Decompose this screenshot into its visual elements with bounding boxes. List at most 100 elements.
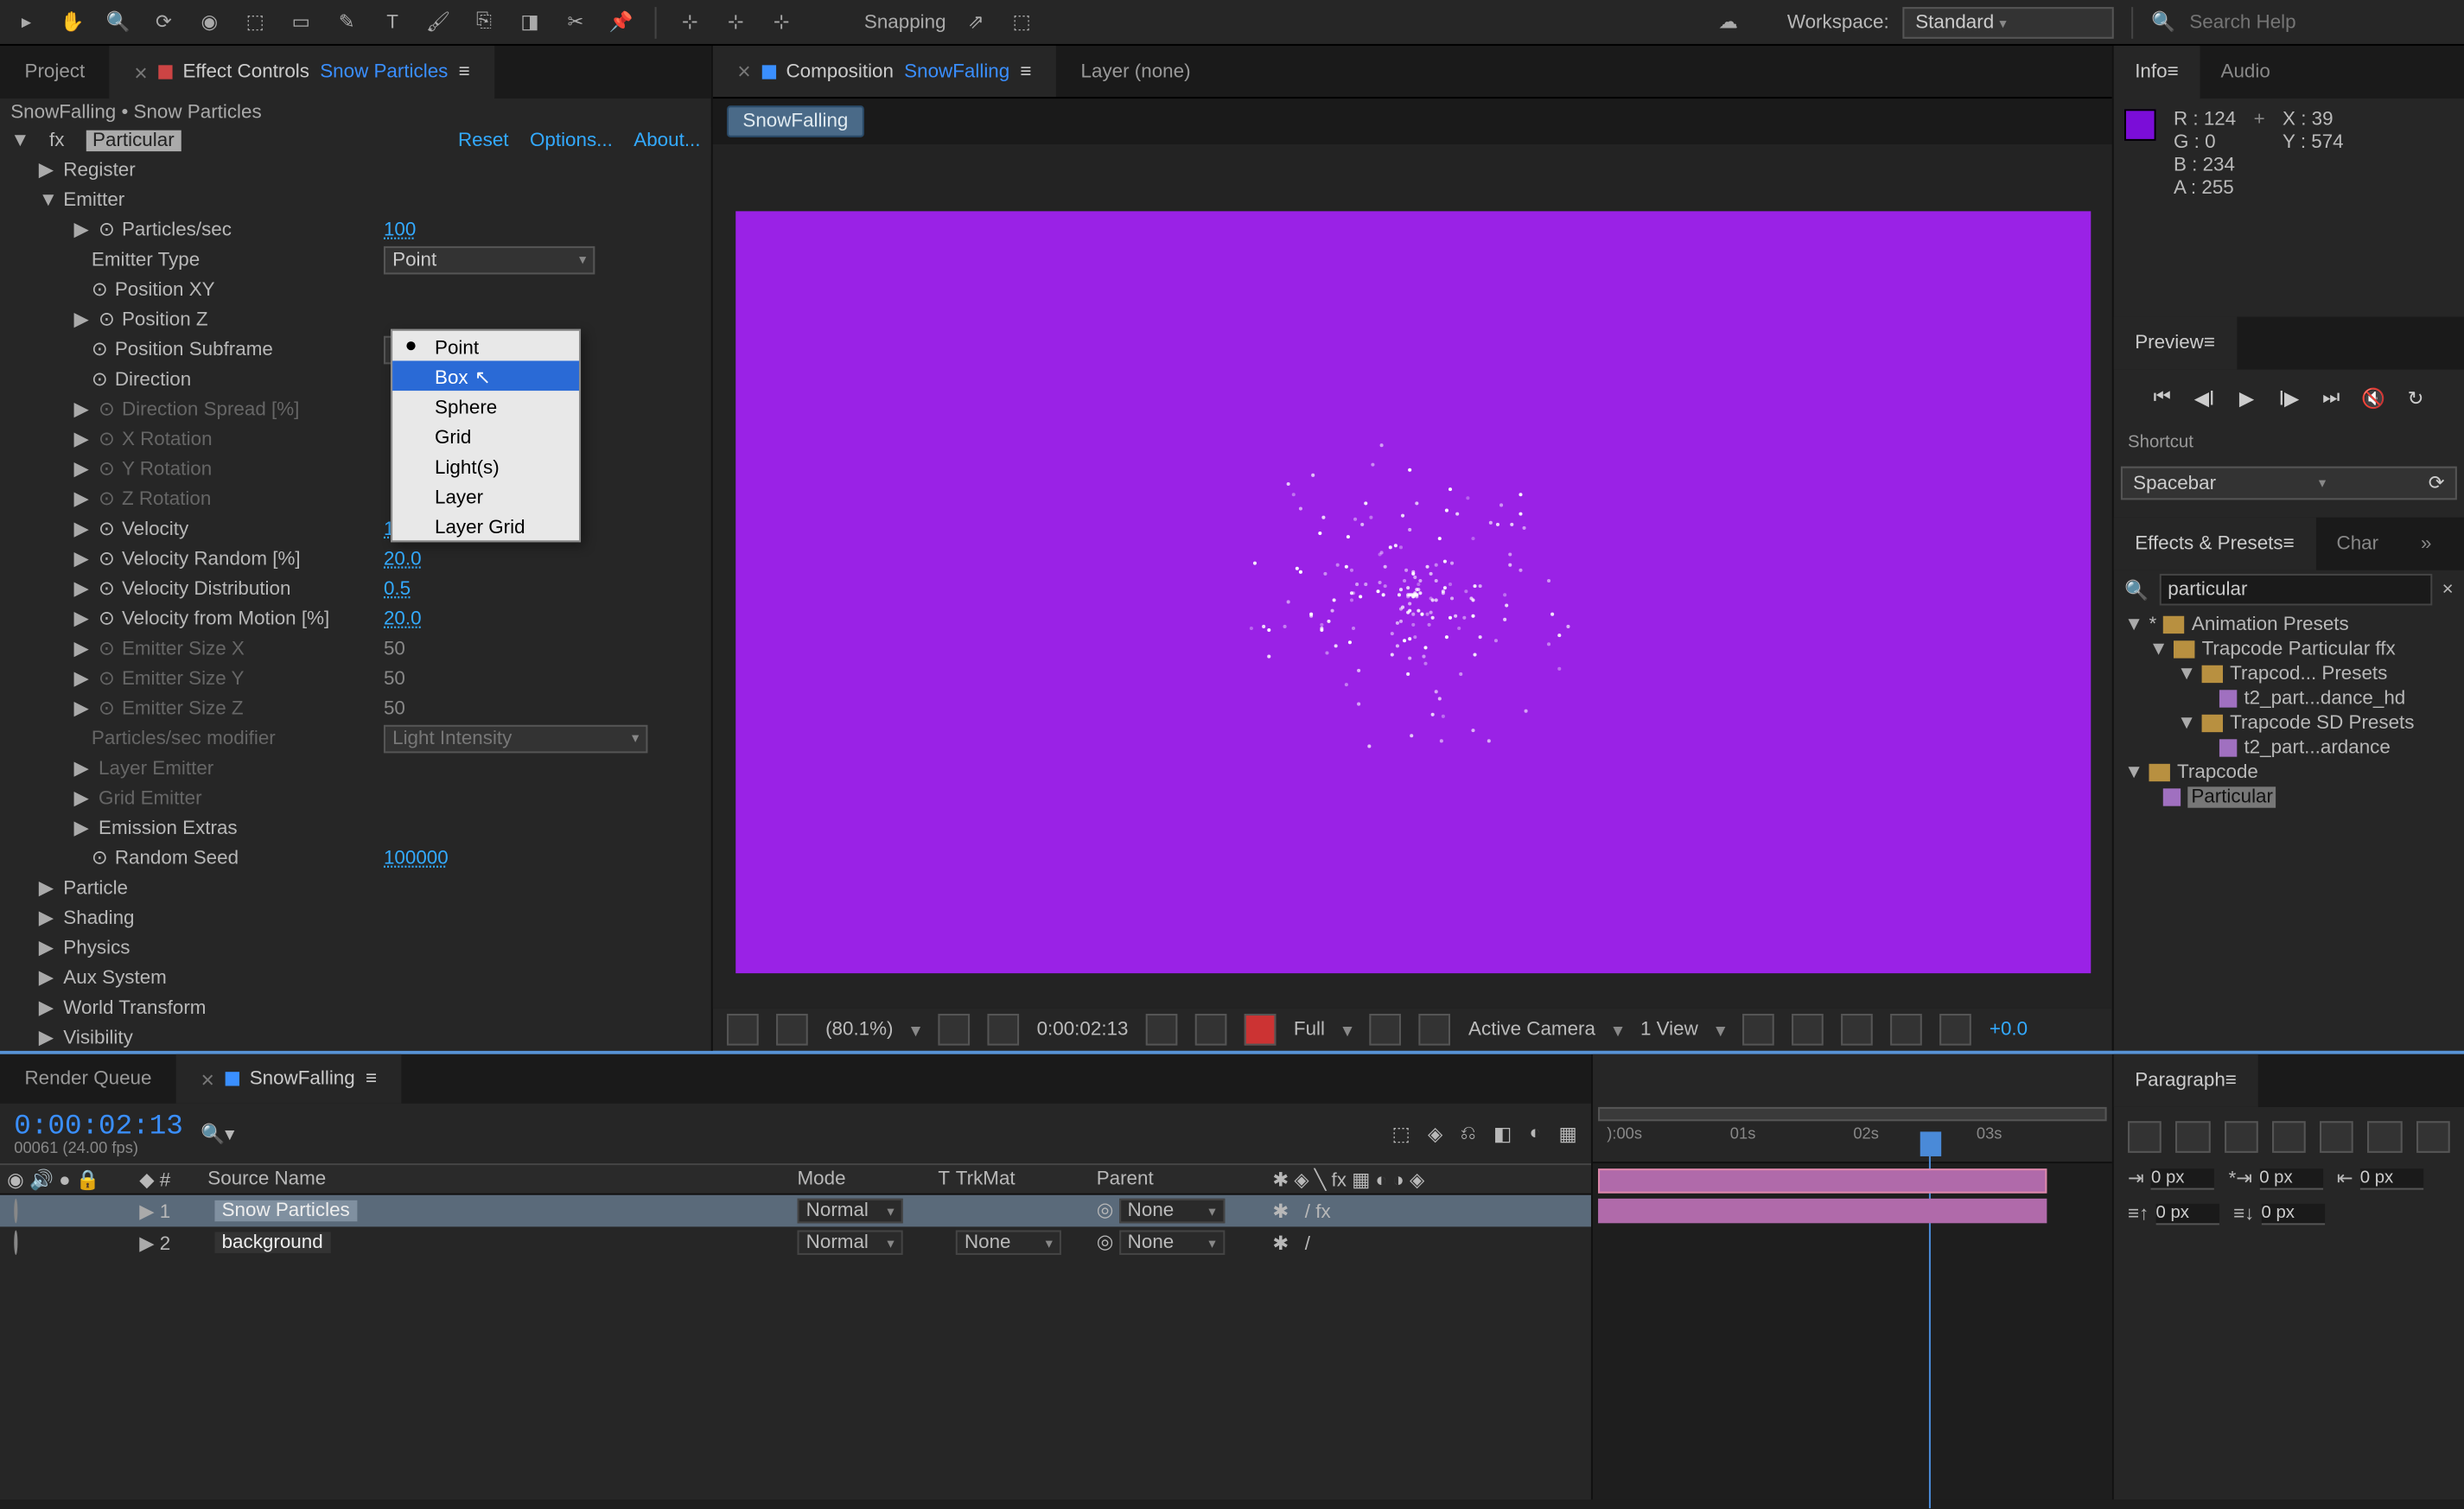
align-right-button[interactable] <box>2224 1122 2257 1154</box>
clone-tool-icon[interactable]: ⎘ <box>468 6 500 38</box>
roto-tool-icon[interactable]: ✂ <box>560 6 592 38</box>
prev-frame-icon[interactable]: ◀Ⅰ <box>2187 380 2222 416</box>
indent-left-input[interactable] <box>2151 1168 2214 1189</box>
about-button[interactable]: About... <box>634 131 700 151</box>
emitter-type-option-grid[interactable]: Grid <box>392 421 579 451</box>
indent-first-input[interactable] <box>2259 1168 2322 1189</box>
last-frame-icon[interactable]: ⏭ <box>2314 380 2349 416</box>
panel-overflow-icon[interactable]: » <box>2400 518 2453 570</box>
stopwatch-icon[interactable]: ⊙ <box>92 368 108 391</box>
layer-row-1[interactable]: ▶ 1 Snow Particles Normal▾ ◎ None▾ ✱ / f… <box>0 1196 1591 1228</box>
switches-icons[interactable]: ✱ ◈ ╲ fx ▦ ◐ ◑ ◈ <box>1272 1170 1424 1191</box>
stopwatch-icon[interactable]: ⊙ <box>99 398 115 420</box>
snapshot-icon[interactable] <box>1146 1015 1178 1047</box>
tree-item[interactable]: ▼*Animation Presets <box>2114 613 2464 638</box>
transparency-grid-icon[interactable] <box>776 1015 808 1047</box>
brush-tool-icon[interactable]: 🖌 <box>423 6 455 38</box>
comp-mini-flowchart-icon[interactable]: ⬚ <box>1391 1123 1410 1145</box>
tree-item[interactable]: ▼Trapcode SD Presets <box>2114 711 2464 736</box>
panel-menu-icon[interactable]: ≡ <box>1020 60 1031 81</box>
work-area-bar[interactable] <box>1598 1108 2107 1122</box>
stopwatch-icon[interactable]: ⊙ <box>99 457 115 480</box>
resolution-dropdown[interactable]: Full <box>1294 1020 1325 1041</box>
particles-sec-value[interactable]: 100 <box>384 220 416 240</box>
close-icon[interactable]: × <box>134 59 147 86</box>
tree-item[interactable]: ▼Trapcode Particular ffx <box>2114 637 2464 662</box>
justify-last-center-button[interactable] <box>2320 1122 2353 1154</box>
eraser-tool-icon[interactable]: ◨ <box>514 6 546 38</box>
indent-right-input[interactable] <box>2360 1168 2423 1189</box>
effects-search-input[interactable] <box>2159 574 2431 606</box>
panel-menu-icon[interactable]: ≡ <box>366 1069 377 1090</box>
close-icon[interactable]: × <box>737 58 750 85</box>
timeline-icon[interactable] <box>1842 1015 1874 1047</box>
grid-guide-icon[interactable] <box>1419 1015 1451 1047</box>
pickwhip-icon[interactable]: ◎ <box>1097 1232 1114 1253</box>
mask-icon[interactable] <box>988 1015 1020 1047</box>
tree-item-particular[interactable]: Particular <box>2114 785 2464 810</box>
snapping-toggle-icon[interactable]: ⇗ <box>960 6 992 38</box>
stopwatch-icon[interactable]: ⊙ <box>99 697 115 719</box>
speaker-icon[interactable]: 🔊 <box>29 1170 54 1191</box>
exposure-reset-icon[interactable] <box>1940 1015 1972 1047</box>
axis-world-icon[interactable]: ⊹ <box>720 6 752 38</box>
layer-switches[interactable]: ✱ / <box>1272 1233 1310 1254</box>
stopwatch-icon[interactable]: ⊙ <box>99 577 115 600</box>
shortcut-dropdown[interactable]: Spacebar▾ ⟳ <box>2121 467 2457 500</box>
stopwatch-icon[interactable]: ⊙ <box>92 847 108 869</box>
stopwatch-icon[interactable]: ⊙ <box>99 428 115 450</box>
first-frame-icon[interactable]: ⏮ <box>2144 380 2180 416</box>
stopwatch-icon[interactable]: ⊙ <box>99 637 115 659</box>
tab-render-queue[interactable]: Render Queue <box>0 1055 176 1105</box>
twirl-icon[interactable]: ▶ <box>39 158 56 181</box>
exposure-value[interactable]: +0.0 <box>1990 1020 2028 1041</box>
flowchart-icon[interactable] <box>1891 1015 1923 1047</box>
tab-character[interactable]: Char <box>2315 518 2399 570</box>
current-time[interactable]: 0:00:02:13 <box>1037 1020 1129 1041</box>
layer-row-2[interactable]: ▶ 2 background Normal▾ None▾ ◎ None▾ ✱ / <box>0 1227 1591 1259</box>
graph-editor-icon[interactable]: ▦ <box>1558 1123 1576 1145</box>
search-help-input[interactable] <box>2189 11 2453 32</box>
space-after-input[interactable] <box>2261 1205 2324 1226</box>
type-tool-icon[interactable]: T <box>377 6 409 38</box>
close-icon[interactable]: × <box>201 1066 214 1093</box>
panel-menu-icon[interactable]: ≡ <box>459 61 470 82</box>
fast-previews-icon[interactable] <box>1792 1015 1824 1047</box>
panel-menu-icon[interactable]: ≡ <box>2283 533 2295 554</box>
col-parent[interactable]: Parent <box>1090 1169 1266 1190</box>
tab-layer[interactable]: Layer (none) <box>1056 46 1215 97</box>
puppet-tool-icon[interactable]: 📌 <box>606 6 638 38</box>
workspace-dropdown[interactable]: Standard ▾ <box>1903 6 2114 38</box>
blend-mode-dropdown[interactable]: Normal▾ <box>798 1200 903 1225</box>
stopwatch-icon[interactable]: ⊙ <box>99 219 115 241</box>
twirl-icon[interactable]: ▼ <box>10 131 28 151</box>
emitter-type-option-box[interactable]: Box ↖ <box>392 360 579 391</box>
roi-icon[interactable] <box>1370 1015 1402 1047</box>
tab-audio[interactable]: Audio <box>2200 46 2291 99</box>
frame-blend-icon[interactable]: ◧ <box>1493 1123 1512 1145</box>
fx-enable-icon[interactable]: fx <box>49 131 64 151</box>
stopwatch-icon[interactable]: ⊙ <box>99 667 115 690</box>
blend-mode-dropdown[interactable]: Normal▾ <box>798 1231 903 1256</box>
tree-item[interactable]: t2_part...ardance <box>2114 735 2464 761</box>
tree-item[interactable]: t2_part...dance_hd <box>2114 686 2464 711</box>
emitter-type-option-layer[interactable]: Layer <box>392 481 579 511</box>
current-time-indicator[interactable] <box>1920 1132 1941 1157</box>
camera-tool-icon[interactable]: ◉ <box>194 6 226 38</box>
panel-menu-icon[interactable]: ≡ <box>2225 1071 2237 1092</box>
tab-preview[interactable]: Preview ≡ <box>2114 317 2237 370</box>
pan-behind-tool-icon[interactable]: ⬚ <box>239 6 271 38</box>
tab-timeline-comp[interactable]: × SnowFalling ≡ <box>176 1055 402 1105</box>
visibility-toggle[interactable] <box>14 1231 17 1256</box>
options-button[interactable]: Options... <box>530 131 613 151</box>
tab-project[interactable]: Project <box>0 46 110 99</box>
search-icon[interactable]: 🔍▾ <box>201 1123 234 1145</box>
visibility-toggle[interactable] <box>14 1200 17 1225</box>
layer-switches[interactable]: ✱ / fx <box>1272 1202 1330 1223</box>
twirl-icon[interactable]: ▼ <box>39 189 56 210</box>
justify-all-button[interactable] <box>2416 1122 2449 1154</box>
play-icon[interactable]: ▶ <box>2229 380 2264 416</box>
mute-icon[interactable]: 🔇 <box>2356 380 2391 416</box>
selection-tool-icon[interactable]: ▸ <box>10 6 42 38</box>
color-mgmt-icon[interactable] <box>1245 1015 1277 1047</box>
